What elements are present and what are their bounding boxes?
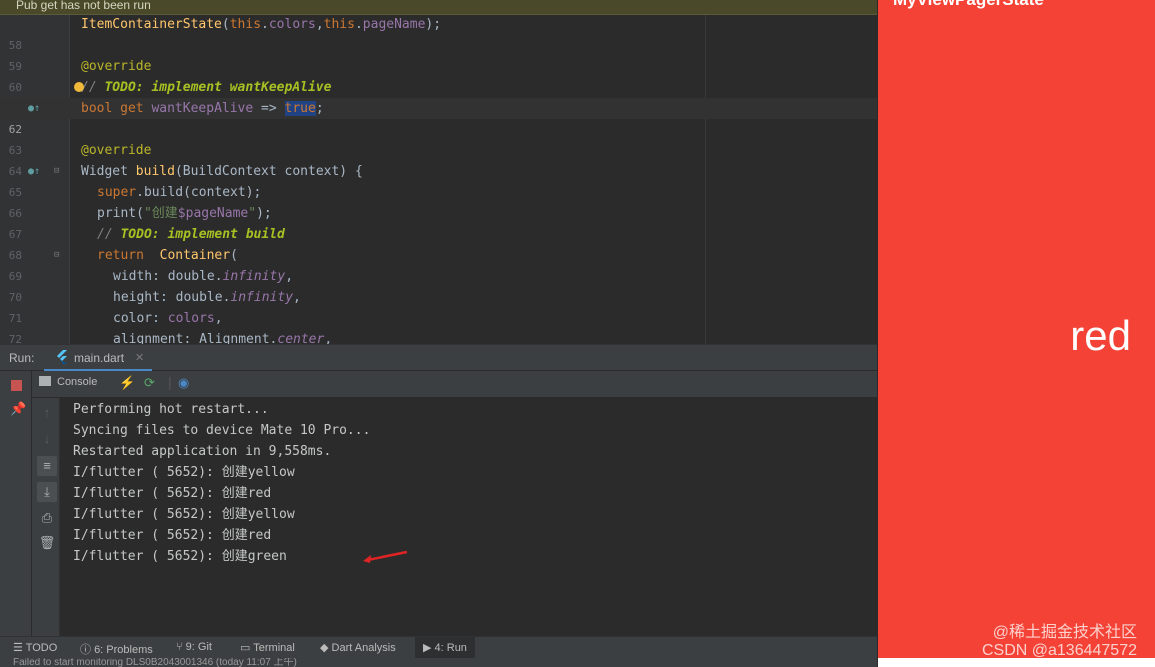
code-text: bool get wantKeepAlive => true; <box>81 101 324 116</box>
override-marker-icon[interactable]: ●↑ <box>28 98 40 119</box>
code-text: ItemContainerState(this.colors,this.page… <box>81 17 442 32</box>
tool-window-bar: ☰ TODO ⓘ 6: Problems ⑂ 9: Git ▭ Terminal… <box>0 636 877 659</box>
console-toolbar: Console ⚡ ⟳ | ◉ <box>32 371 877 398</box>
list-icon: ☰ <box>13 642 26 654</box>
run-controls: 📌 <box>0 371 32 636</box>
code-text: Widget build(BuildContext context) { <box>81 164 363 179</box>
code-line[interactable]: 60 @override <box>0 56 877 94</box>
code-line[interactable]: 59 <box>0 35 877 73</box>
trash-icon[interactable]: 🗑 <box>37 533 57 553</box>
console-line: I/flutter ( 5652): 创建red <box>73 486 272 501</box>
device-bottom-edge <box>878 658 1155 667</box>
tab-run[interactable]: ▶ 4: Run <box>415 637 475 659</box>
console-line: Restarted application in 9,558ms. <box>73 444 332 459</box>
page-text: red <box>1070 312 1131 359</box>
code-line[interactable]: 63 <box>0 119 877 157</box>
code-line[interactable]: 64 @override <box>0 140 877 178</box>
fold-icon[interactable]: ⊟ <box>54 161 59 182</box>
code-line[interactable]: 72 color: colors, <box>0 308 877 344</box>
console-line: Performing hot restart... <box>73 402 269 417</box>
code-line[interactable]: 73 alignment: Alignment.center, <box>0 329 877 344</box>
code-line[interactable]: 58 ItemContainerState(this.colors,this.p… <box>0 15 877 52</box>
code-text: height: double.infinity, <box>113 290 301 305</box>
hot-reload-icon[interactable]: ⚡ <box>119 375 135 391</box>
code-line-current[interactable]: 62 ●↑ bool get wantKeepAlive => true; <box>0 98 877 136</box>
watermark-line: CSDN @a136447572 <box>981 642 1137 658</box>
flutter-icon <box>57 350 67 364</box>
run-config-tab[interactable]: main.dart ✕ <box>44 345 152 372</box>
code-line[interactable]: 70 width: double.infinity, <box>0 266 877 304</box>
status-bar: Failed to start monitoring DLS0B20430013… <box>0 658 877 667</box>
soft-wrap-icon[interactable]: ≡ <box>37 456 57 476</box>
hot-restart-icon[interactable]: ⟳ <box>144 375 155 391</box>
console-side-toolbar: ↑ ↓ ≡ ⤓ ⎙ 🗑 <box>32 398 60 636</box>
tab-terminal[interactable]: ▭ Terminal <box>240 641 295 654</box>
code-text: // TODO: implement wantKeepAlive <box>74 77 331 98</box>
red-arrow-annotation <box>363 550 408 563</box>
devtools-icon[interactable]: ◉ <box>178 375 189 391</box>
tab-todo[interactable]: ☰ TODO <box>13 641 57 654</box>
pub-get-banner[interactable]: Pub get has not been run <box>0 0 877 15</box>
banner-text: Pub get has not been run <box>16 0 151 12</box>
watermark: @稀土掘金技术社区 CSDN @a136447572 <box>982 624 1137 658</box>
run-label: Run: <box>9 351 35 365</box>
console-line: Syncing files to device Mate 10 Pro... <box>73 423 371 438</box>
code-editor[interactable]: 58 ItemContainerState(this.colors,this.p… <box>0 15 877 344</box>
watermark-line: @稀土掘金技术社区 <box>992 624 1137 641</box>
run-tool-window-header: Run: main.dart ✕ <box>0 344 877 372</box>
terminal-icon: ▭ <box>240 642 254 654</box>
code-text: alignment: Alignment.center, <box>113 332 333 344</box>
print-icon[interactable]: ⎙ <box>37 508 57 528</box>
tab-dart-analysis[interactable]: ◆ Dart Analysis <box>320 641 396 654</box>
dart-icon: ◆ <box>320 642 332 654</box>
code-text: @override <box>81 143 152 158</box>
code-text: color: colors, <box>113 311 223 326</box>
play-icon: ▶ <box>423 642 435 654</box>
console-output[interactable]: Performing hot restart... Syncing files … <box>61 398 877 636</box>
code-line[interactable]: 66 super.build(context); <box>0 182 877 220</box>
scroll-down-icon[interactable]: ↓ <box>37 429 57 449</box>
branch-icon: ⑂ <box>176 641 186 653</box>
pin-icon[interactable]: 📌 <box>10 401 26 417</box>
console-line: I/flutter ( 5652): 创建green <box>73 549 287 564</box>
console-tab[interactable]: Console <box>39 376 97 394</box>
code-line[interactable]: 61 // TODO: implement wantKeepAlive <box>0 77 877 115</box>
code-text: // TODO: implement build <box>97 227 285 242</box>
screenshot-root: Pub get has not been run 58 ItemContaine… <box>0 0 1155 667</box>
run-tab-label: main.dart <box>74 351 125 365</box>
app-bar-title: MyViewPagerState <box>893 0 1044 10</box>
tab-problems[interactable]: ⓘ 6: Problems <box>80 641 153 657</box>
scroll-to-end-icon[interactable]: ⤓ <box>37 482 57 502</box>
stop-button[interactable] <box>11 380 22 391</box>
code-text: @override <box>81 59 152 74</box>
override-marker-icon[interactable]: ●↑ <box>28 161 40 182</box>
code-text: super.build(context); <box>97 185 262 200</box>
fold-icon[interactable]: ⊟ <box>54 245 59 266</box>
code-line[interactable]: 68 // TODO: implement build <box>0 224 877 262</box>
info-icon: ⓘ <box>80 644 95 656</box>
code-line[interactable]: 65 ●↑ ⊟ Widget build(BuildContext contex… <box>0 161 877 199</box>
scroll-up-icon[interactable]: ↑ <box>37 403 57 423</box>
console-line: I/flutter ( 5652): 创建red <box>73 528 272 543</box>
code-text: width: double.infinity, <box>113 269 294 284</box>
code-text: print("创建$pageName"); <box>97 206 272 221</box>
tab-git[interactable]: ⑂ 9: Git <box>176 641 212 653</box>
code-line[interactable]: 69 ⊟ return Container( <box>0 245 877 283</box>
close-icon[interactable]: ✕ <box>135 351 144 364</box>
console-tab-label: Console <box>57 376 98 388</box>
code-line[interactable]: 67 print("创建$pageName"); <box>0 203 877 241</box>
code-text: return Container( <box>97 248 238 263</box>
console-icon <box>39 376 51 386</box>
toolbar-divider: | <box>168 374 172 390</box>
device-screen[interactable]: MyViewPagerState red @稀土掘金技术社区 CSDN @a13… <box>878 0 1155 658</box>
status-text: Failed to start monitoring DLS0B20430013… <box>13 658 297 667</box>
lightbulb-icon[interactable] <box>74 82 84 92</box>
console-line: I/flutter ( 5652): 创建yellow <box>73 507 295 522</box>
code-line[interactable]: 71 height: double.infinity, <box>0 287 877 325</box>
console-line: I/flutter ( 5652): 创建yellow <box>73 465 295 480</box>
